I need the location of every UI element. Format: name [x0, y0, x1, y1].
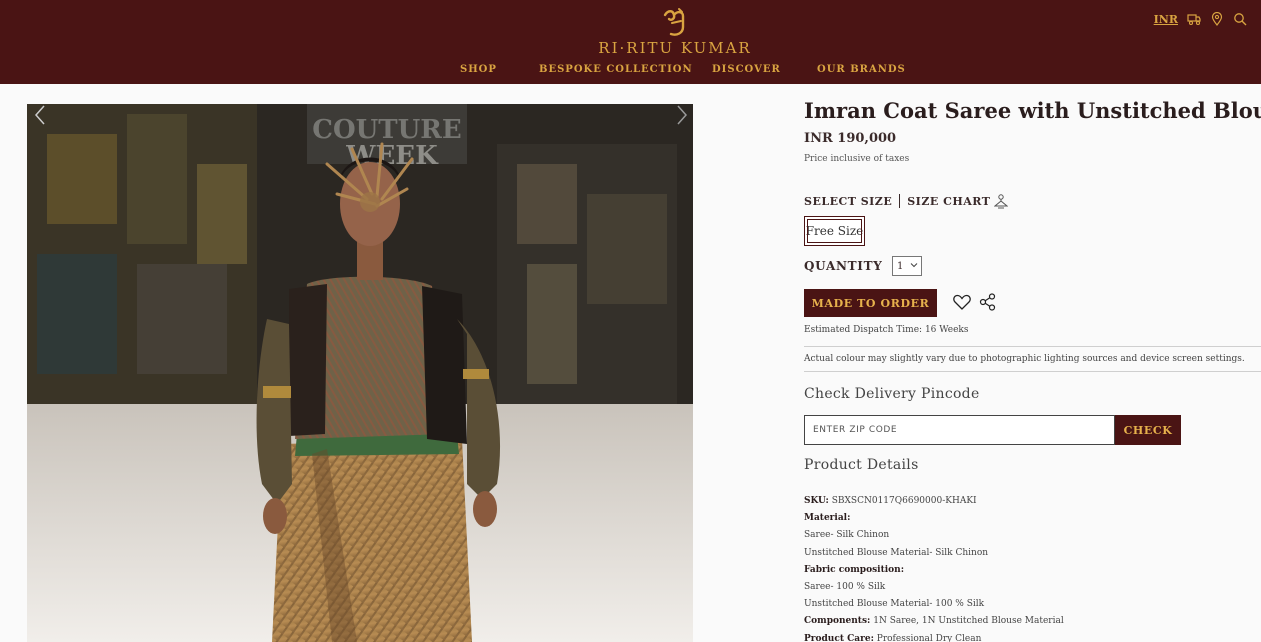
quantity-label: QUANTITY: [804, 259, 883, 273]
sku-value: SBXSCN0117Q6690000-KHAKI: [831, 496, 977, 506]
hanger-icon[interactable]: [994, 193, 1009, 209]
heart-icon[interactable]: [953, 294, 971, 310]
divider-top: [804, 346, 1261, 347]
product-photo: COUTURE WEEK: [27, 104, 693, 642]
size-option-free-size[interactable]: Free Size: [804, 216, 865, 246]
quantity-value: 1: [897, 260, 904, 272]
truck-icon[interactable]: [1187, 12, 1201, 26]
nav-item-bespoke-collection[interactable]: BESPOKE COLLECTION: [539, 64, 693, 75]
material-label: Material:: [804, 513, 851, 524]
previous-image-chevron-left-icon[interactable]: [33, 104, 47, 126]
share-icon[interactable]: [979, 293, 996, 311]
product-details-list: SKU: SBXSCN0117Q6690000-KHAKI Material: …: [804, 493, 1261, 642]
size-divider: [899, 194, 901, 208]
size-option-label: Free Size: [805, 224, 864, 238]
main-nav: SHOP BESPOKE COLLECTION DISCOVER OUR BRA…: [0, 64, 1261, 78]
care-label: Product Care:: [804, 633, 874, 642]
nav-item-discover[interactable]: DISCOVER: [712, 64, 781, 75]
header-utilities: INR: [1154, 10, 1247, 28]
sku-label: SKU:: [804, 496, 829, 506]
detail-sku: SKU: SBXSCN0117Q6690000-KHAKI: [804, 493, 1261, 510]
product-title: Imran Coat Saree with Unstitched Blouse: [804, 98, 1261, 123]
components-value: 1N Saree, 1N Unstitched Blouse Material: [873, 616, 1064, 627]
tax-note: Price inclusive of taxes: [804, 154, 910, 164]
divider-bottom: [804, 371, 1261, 372]
delivery-pincode-title: Check Delivery Pincode: [804, 386, 980, 402]
made-to-order-button[interactable]: MADE TO ORDER: [804, 289, 937, 317]
nav-item-shop[interactable]: SHOP: [460, 64, 497, 75]
check-pincode-button[interactable]: CHECK: [1115, 415, 1181, 445]
product-price: INR 190,000: [804, 131, 897, 146]
components-label: Components:: [804, 616, 871, 627]
zip-code-input[interactable]: [804, 415, 1115, 445]
select-size-label: SELECT SIZE: [804, 194, 893, 208]
detail-product-care: Product Care: Professional Dry Clean: [804, 631, 1261, 642]
size-chart-link[interactable]: SIZE CHART: [907, 195, 990, 208]
currency-selector[interactable]: INR: [1154, 13, 1178, 26]
detail-components: Components: 1N Saree, 1N Unstitched Blou…: [804, 613, 1261, 630]
location-pin-icon[interactable]: [1210, 12, 1224, 26]
detail-fabric-saree: Saree- 100 % Silk: [804, 582, 886, 593]
nav-item-our-brands[interactable]: OUR BRANDS: [817, 64, 906, 75]
detail-material-heading: Material:: [804, 510, 1261, 527]
care-value: Professional Dry Clean: [876, 633, 982, 642]
detail-fabric-blouse: Unstitched Blouse Material- 100 % Silk: [804, 599, 985, 610]
size-selector-header: SELECT SIZE SIZE CHART: [804, 193, 1009, 209]
chevron-down-icon: [910, 263, 918, 268]
product-details-title: Product Details: [804, 457, 919, 473]
quantity-select[interactable]: 1: [892, 256, 922, 276]
fabric-label: Fabric composition:: [804, 564, 905, 575]
detail-fabric-heading: Fabric composition:: [804, 562, 1261, 579]
site-header: RI·RITU KUMAR INR SHOP BESPOKE COLLECTIO…: [0, 0, 1261, 84]
search-icon[interactable]: [1233, 12, 1247, 26]
product-image-gallery[interactable]: COUTURE WEEK: [27, 104, 693, 642]
brand-logo-icon[interactable]: [659, 7, 689, 39]
detail-material-saree: Saree- Silk Chinon: [804, 530, 890, 541]
dispatch-time: Estimated Dispatch Time: 16 Weeks: [804, 325, 969, 335]
colour-disclaimer: Actual colour may slightly vary due to p…: [804, 354, 1245, 364]
detail-material-blouse: Unstitched Blouse Material- Silk Chinon: [804, 547, 989, 558]
next-image-chevron-right-icon[interactable]: [675, 104, 689, 126]
brand-name[interactable]: RI·RITU KUMAR: [560, 39, 790, 57]
